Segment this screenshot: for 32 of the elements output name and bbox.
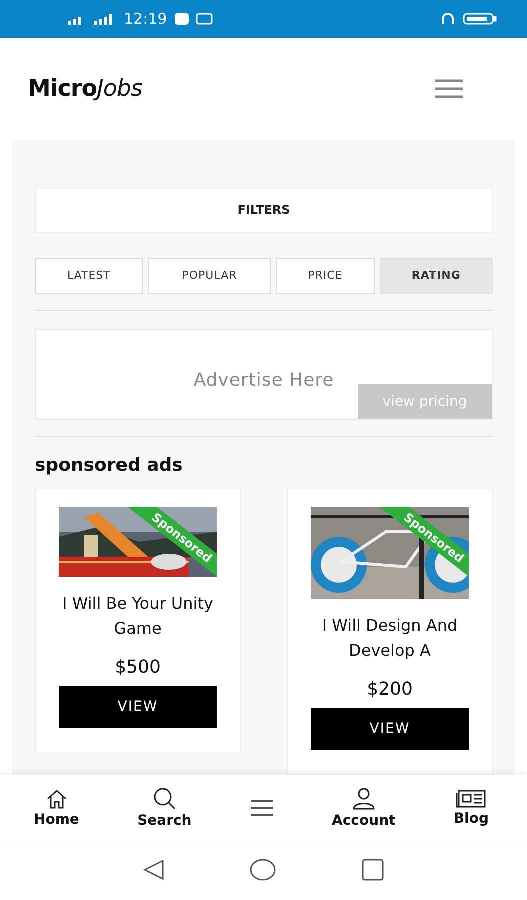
headphones-icon: [441, 12, 455, 26]
filters-button[interactable]: FILTERS: [35, 188, 493, 233]
nav-item[interactable]: Account: [332, 786, 396, 828]
section-title: sponsored ads: [35, 455, 184, 476]
nav-item[interactable]: Blog: [454, 788, 489, 826]
home-circle-icon[interactable]: [250, 859, 276, 881]
listing-price: $500: [115, 657, 161, 678]
view-button[interactable]: VIEW: [311, 708, 469, 750]
nav-item[interactable]: Home: [34, 788, 80, 828]
newspaper-icon: [456, 788, 486, 808]
back-icon[interactable]: [142, 859, 165, 881]
nav-item[interactable]: Search: [138, 786, 192, 828]
sort-tab[interactable]: RATING: [380, 258, 493, 294]
sort-tab[interactable]: POPULAR: [148, 258, 272, 294]
menu-icon[interactable]: [435, 79, 463, 99]
listing-title[interactable]: I Will Be Your Unity Game: [59, 591, 217, 641]
home-icon: [44, 788, 69, 810]
listing-price: $200: [367, 679, 413, 700]
search-icon: [152, 786, 178, 810]
nav-item[interactable]: [250, 798, 274, 816]
status-time: 12:19: [124, 10, 168, 28]
sort-tab[interactable]: PRICE: [276, 258, 375, 294]
recents-icon[interactable]: [362, 859, 384, 881]
sort-tab[interactable]: LATEST: [35, 258, 144, 294]
logo: MicroJobs: [28, 76, 142, 102]
view-button[interactable]: VIEW: [59, 686, 217, 728]
battery-icon: [463, 12, 497, 26]
account-icon: [350, 786, 377, 810]
notification-icon: [175, 12, 214, 26]
menu-icon: [250, 798, 274, 816]
listing-title[interactable]: I Will Design And Develop A: [311, 613, 469, 663]
ad-text: Advertise Here: [192, 370, 336, 391]
